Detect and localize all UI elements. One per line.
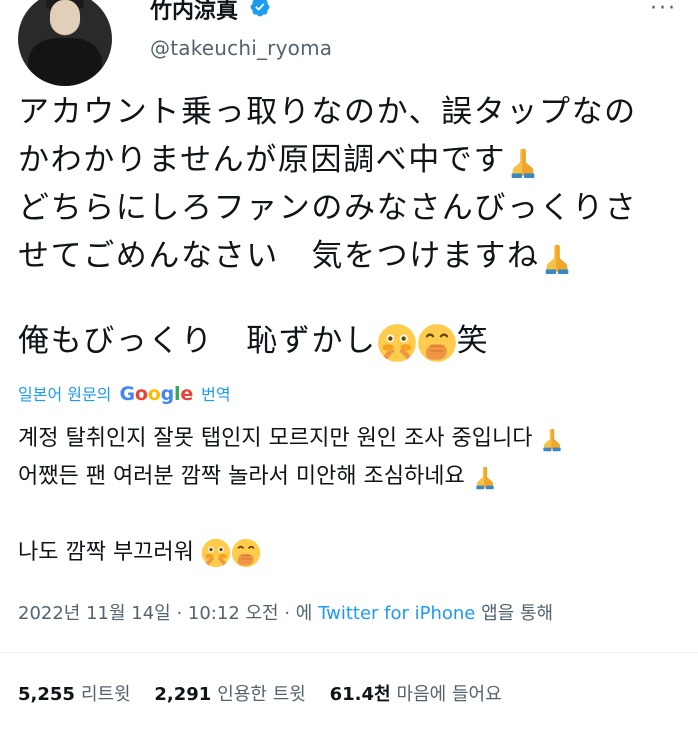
avatar-face <box>50 0 80 34</box>
tweet-timestamp: 2022년 11월 14일 · 10:12 오전 · 에 Twitter for… <box>18 599 553 625</box>
flushed-face-icon <box>201 538 231 568</box>
source-link[interactable]: Twitter for iPhone <box>318 603 475 624</box>
hand-over-mouth-icon <box>231 538 261 568</box>
user-handle[interactable]: @takeuchi_ryoma <box>150 36 332 60</box>
tweet-line: かわかりませんが原因調べ中です <box>18 136 693 184</box>
folded-hands-icon <box>545 244 568 274</box>
tweet-line: せてごめんなさい 気をつけますね <box>18 232 693 280</box>
folded-hands-icon <box>511 148 535 178</box>
tweet-stats: 5,255 리트윗 2,291 인용한 트윗 61.4천 마음에 들어요 <box>18 680 520 706</box>
source-suffix: 앱을 통해 <box>481 603 554 624</box>
display-name[interactable]: 竹内涼真 <box>150 0 238 25</box>
tweet-text: アカウント乗っ取りなのか、誤タップなの かわかりませんが原因調べ中です どちらに… <box>18 88 693 365</box>
tweet-line: どちらにしろファンのみなさんびっくりさ <box>18 190 638 226</box>
divider <box>0 652 698 653</box>
tweet-line: 俺もびっくり 恥ずかし笑 <box>18 317 693 365</box>
translation-line: 나도 깜짝 부끄러워 <box>18 534 693 572</box>
avatar[interactable] <box>18 0 112 86</box>
translation-line: 계정 탈취인지 잘못 탭인지 모르지만 원인 조사 중입니다 <box>18 420 693 458</box>
folded-hands-icon <box>476 466 494 490</box>
hand-over-mouth-icon <box>417 323 456 362</box>
translation-line: 어쨌든 팬 여러분 깜짝 놀라서 미안해 조심하네요 <box>18 458 693 496</box>
translated-text: 계정 탈취인지 잘못 탭인지 모르지만 원인 조사 중입니다 어쨌든 팬 여러분… <box>18 420 693 572</box>
quote-tweets-stat[interactable]: 2,291 인용한 트윗 <box>154 680 305 706</box>
more-icon[interactable]: ··· <box>650 0 677 21</box>
verified-badge-icon <box>250 0 270 17</box>
google-logo: Google <box>119 383 194 405</box>
retweets-stat[interactable]: 5,255 리트윗 <box>18 680 131 706</box>
avatar-body <box>28 38 102 86</box>
tweet-line: アカウント乗っ取りなのか、誤タップなの <box>18 94 637 130</box>
flushed-face-icon <box>377 323 416 362</box>
likes-stat[interactable]: 61.4천 마음에 들어요 <box>330 680 502 706</box>
translate-attribution[interactable]: 일본어 원문의 Google 번역 <box>18 381 231 405</box>
timestamp-date[interactable]: 2022년 11월 14일 · 10:12 오전 · 에 <box>18 603 312 624</box>
folded-hands-icon <box>543 428 562 452</box>
